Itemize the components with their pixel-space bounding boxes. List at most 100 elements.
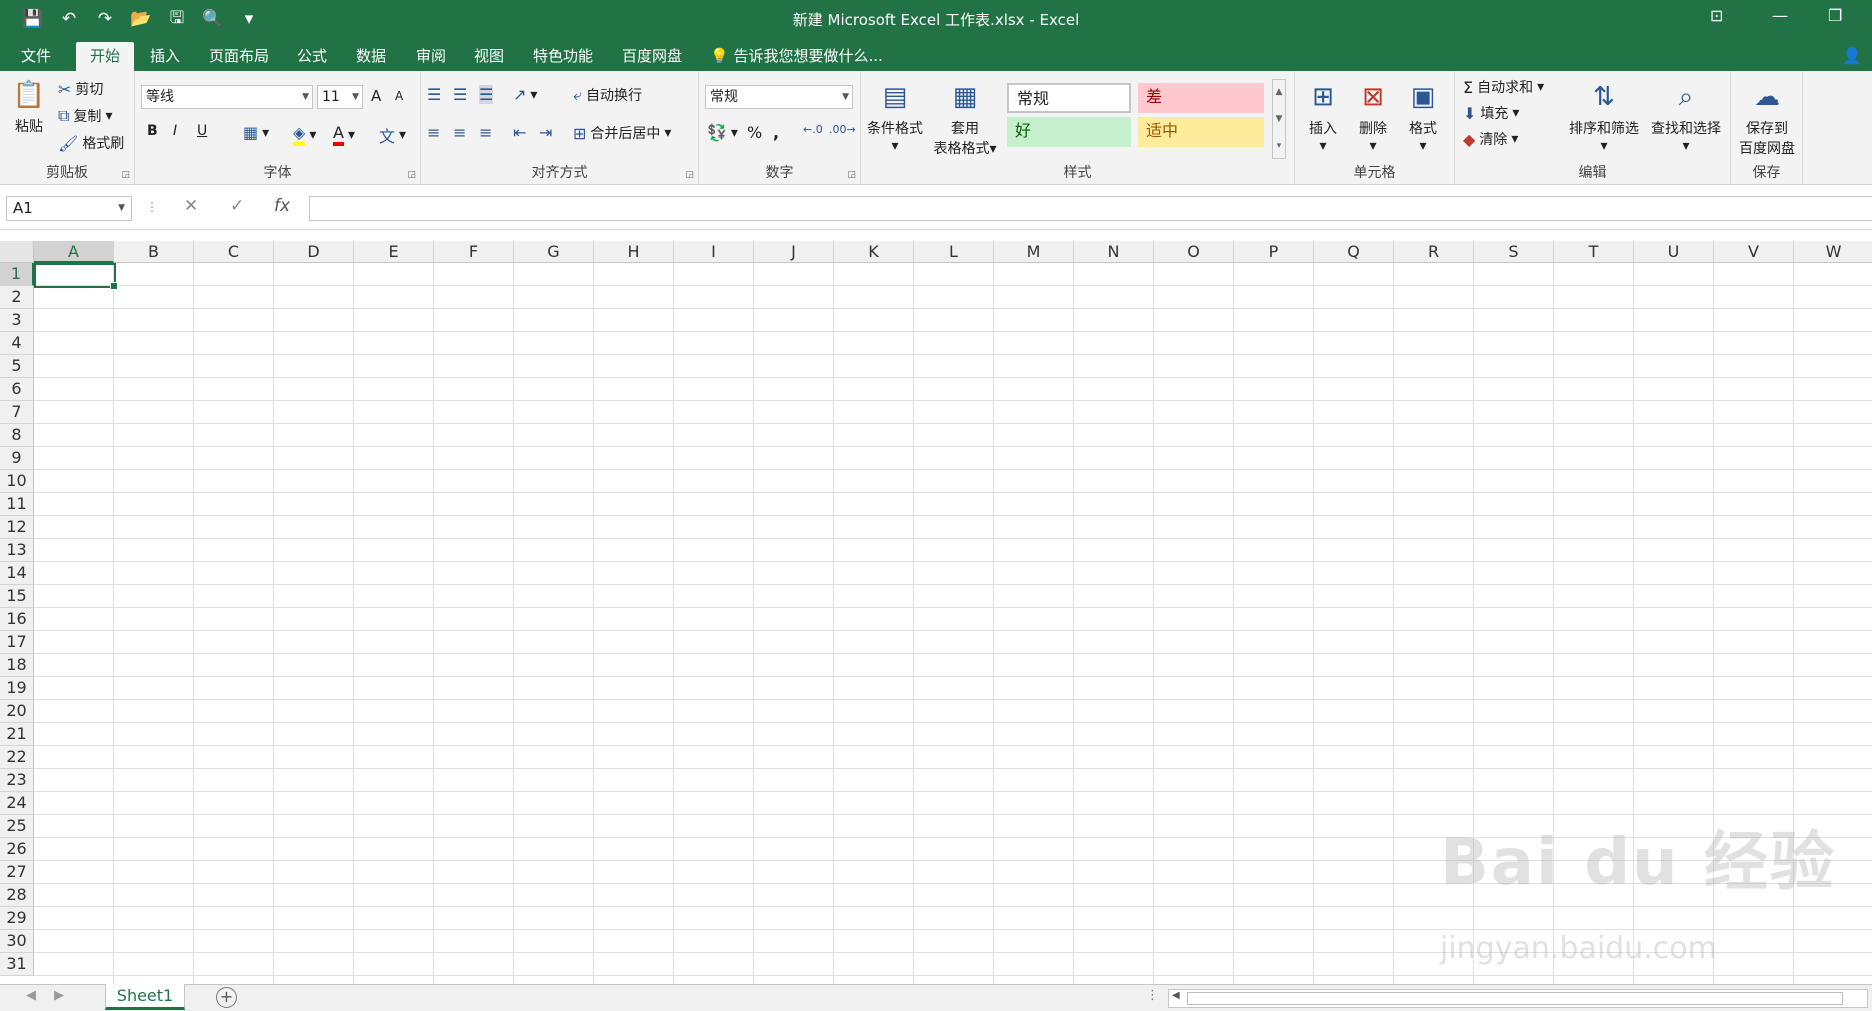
tell-me-search[interactable]: 💡 告诉我您想要做什么... bbox=[710, 42, 883, 71]
format-painter-button[interactable]: 🖌 格式刷 bbox=[58, 133, 124, 153]
font-color-button[interactable]: A ▾ bbox=[333, 123, 355, 146]
row-header-13[interactable]: 13 bbox=[0, 539, 34, 562]
row-header-18[interactable]: 18 bbox=[0, 654, 34, 677]
column-header-q[interactable]: Q bbox=[1314, 241, 1394, 263]
dialog-launcher-icon[interactable]: ◲ bbox=[847, 170, 856, 180]
tab-split-handle-icon[interactable]: ⋮ bbox=[1146, 988, 1159, 1003]
column-header-t[interactable]: T bbox=[1554, 241, 1634, 263]
row-header-9[interactable]: 9 bbox=[0, 447, 34, 470]
shrink-font-button[interactable]: A bbox=[395, 89, 403, 103]
sheet-tab-sheet1[interactable]: Sheet1 bbox=[105, 984, 185, 1010]
font-family-select[interactable]: 等线 ▼ bbox=[141, 85, 313, 109]
style-normal[interactable]: 常规 bbox=[1007, 83, 1131, 113]
row-header-3[interactable]: 3 bbox=[0, 309, 34, 332]
accounting-format-button[interactable]: 💱 ▾ bbox=[707, 123, 738, 142]
row-header-27[interactable]: 27 bbox=[0, 861, 34, 884]
column-header-m[interactable]: M bbox=[994, 241, 1074, 263]
align-left-button[interactable]: ≡ bbox=[427, 123, 440, 142]
tab-formulas[interactable]: 公式 bbox=[288, 42, 336, 71]
account-icon[interactable]: 👤 bbox=[1842, 46, 1862, 65]
horizontal-scrollbar[interactable]: ◀ bbox=[1168, 989, 1868, 1008]
row-header-15[interactable]: 15 bbox=[0, 585, 34, 608]
tab-file[interactable]: 文件 bbox=[10, 42, 62, 71]
format-as-table-button[interactable]: ▦ 套用 表格格式▾ bbox=[929, 79, 1001, 158]
add-sheet-icon[interactable]: + bbox=[216, 987, 237, 1008]
column-header-g[interactable]: G bbox=[514, 241, 594, 263]
paste-button[interactable]: 📋 粘贴 bbox=[6, 77, 52, 136]
comma-button[interactable]: , bbox=[773, 123, 779, 142]
row-header-24[interactable]: 24 bbox=[0, 792, 34, 815]
column-header-v[interactable]: V bbox=[1714, 241, 1794, 263]
align-right-button[interactable]: ≡ bbox=[479, 123, 492, 142]
row-header-6[interactable]: 6 bbox=[0, 378, 34, 401]
next-sheet-icon[interactable]: ▶ bbox=[54, 988, 64, 1003]
increase-indent-button[interactable]: ⇥ bbox=[539, 123, 552, 142]
bottom-align-button[interactable]: ☰ bbox=[479, 85, 494, 104]
tab-review[interactable]: 审阅 bbox=[406, 42, 456, 71]
tab-special-features[interactable]: 特色功能 bbox=[524, 42, 602, 71]
phonetic-button[interactable]: 文 ▾ bbox=[379, 123, 406, 147]
row-header-11[interactable]: 11 bbox=[0, 493, 34, 516]
row-header-16[interactable]: 16 bbox=[0, 608, 34, 631]
underline-button[interactable]: U bbox=[197, 123, 207, 139]
row-header-25[interactable]: 25 bbox=[0, 815, 34, 838]
orientation-button[interactable]: ↗ ▾ bbox=[513, 85, 537, 104]
column-header-a[interactable]: A bbox=[34, 241, 114, 263]
row-header-10[interactable]: 10 bbox=[0, 470, 34, 493]
dialog-launcher-icon[interactable]: ◲ bbox=[407, 170, 416, 180]
row-header-2[interactable]: 2 bbox=[0, 286, 34, 309]
wrap-text-button[interactable]: ⤶ 自动换行 bbox=[573, 85, 642, 105]
fill-color-button[interactable]: ◈ ▾ bbox=[293, 123, 316, 146]
name-box[interactable]: A1 ▼ bbox=[6, 196, 132, 221]
column-header-p[interactable]: P bbox=[1234, 241, 1314, 263]
style-bad[interactable]: 差 bbox=[1138, 83, 1264, 113]
insert-cells-button[interactable]: ⊞ 插入 ▾ bbox=[1299, 79, 1347, 154]
delete-cells-button[interactable]: ⊠ 删除 ▾ bbox=[1349, 79, 1397, 154]
row-header-20[interactable]: 20 bbox=[0, 700, 34, 723]
column-header-c[interactable]: C bbox=[194, 241, 274, 263]
enter-icon[interactable]: ✓ bbox=[230, 196, 244, 216]
restore-icon[interactable]: ❐ bbox=[1828, 6, 1842, 25]
row-header-12[interactable]: 12 bbox=[0, 516, 34, 539]
column-header-n[interactable]: N bbox=[1074, 241, 1154, 263]
prev-sheet-icon[interactable]: ◀ bbox=[26, 988, 36, 1003]
row-header-21[interactable]: 21 bbox=[0, 723, 34, 746]
sort-filter-button[interactable]: ⇅ 排序和筛选 ▾ bbox=[1565, 79, 1643, 154]
active-cell-a1[interactable] bbox=[34, 263, 118, 290]
column-header-l[interactable]: L bbox=[914, 241, 994, 263]
column-header-r[interactable]: R bbox=[1394, 241, 1474, 263]
merge-center-button[interactable]: ⊞ 合并后居中 ▾ bbox=[573, 123, 671, 143]
find-select-button[interactable]: ⌕ 查找和选择 ▾ bbox=[1645, 79, 1727, 154]
column-header-j[interactable]: J bbox=[754, 241, 834, 263]
minimize-icon[interactable]: — bbox=[1772, 6, 1788, 25]
row-header-4[interactable]: 4 bbox=[0, 332, 34, 355]
bold-button[interactable]: B bbox=[147, 123, 158, 139]
copy-button[interactable]: ⧉ 复制 ▾ bbox=[58, 106, 112, 126]
autosum-button[interactable]: Σ 自动求和 ▾ bbox=[1463, 77, 1544, 97]
tab-baidu-netdisk[interactable]: 百度网盘 bbox=[612, 42, 692, 71]
number-format-select[interactable]: 常规 ▼ bbox=[705, 85, 853, 109]
dialog-launcher-icon[interactable]: ◲ bbox=[685, 170, 694, 180]
save-to-baidu-button[interactable]: ☁ 保存到 百度网盘 bbox=[1733, 79, 1801, 158]
middle-align-button[interactable]: ☰ bbox=[453, 85, 467, 104]
borders-button[interactable]: ▦ ▾ bbox=[243, 123, 269, 142]
row-header-29[interactable]: 29 bbox=[0, 907, 34, 930]
column-header-k[interactable]: K bbox=[834, 241, 914, 263]
align-center-button[interactable]: ≡ bbox=[453, 123, 466, 142]
percent-button[interactable]: % bbox=[747, 123, 762, 142]
column-header-s[interactable]: S bbox=[1474, 241, 1554, 263]
decrease-indent-button[interactable]: ⇤ bbox=[513, 123, 526, 142]
column-header-u[interactable]: U bbox=[1634, 241, 1714, 263]
tab-view[interactable]: 视图 bbox=[464, 42, 514, 71]
column-header-i[interactable]: I bbox=[674, 241, 754, 263]
row-header-17[interactable]: 17 bbox=[0, 631, 34, 654]
more-handle-icon[interactable]: ⋮ bbox=[146, 200, 158, 214]
row-header-28[interactable]: 28 bbox=[0, 884, 34, 907]
tab-home[interactable]: 开始 bbox=[76, 42, 134, 71]
insert-function-icon[interactable]: fx bbox=[274, 196, 290, 216]
row-header-5[interactable]: 5 bbox=[0, 355, 34, 378]
row-header-1[interactable]: 1 bbox=[0, 263, 34, 286]
column-header-b[interactable]: B bbox=[114, 241, 194, 263]
scroll-left-icon[interactable]: ◀ bbox=[1172, 990, 1180, 1001]
style-good[interactable]: 好 bbox=[1007, 117, 1131, 147]
